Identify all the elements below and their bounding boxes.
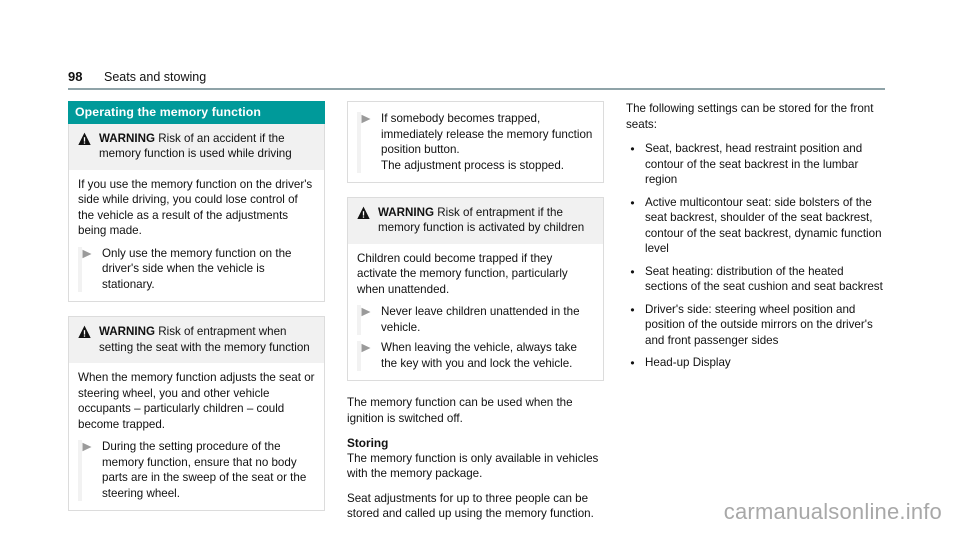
step-item: When leaving the vehicle, always take th…	[357, 340, 594, 372]
step-text: Never leave children unattended in the v…	[381, 305, 580, 334]
chapter-title: Seats and stowing	[104, 70, 207, 84]
list-item: • Head-up Display	[626, 355, 883, 371]
step-item: Only use the memory function on the driv…	[78, 246, 315, 293]
warning-triangle-icon	[78, 132, 91, 146]
warning-triangle-icon	[78, 325, 91, 339]
step-text: When leaving the vehicle, always take th…	[381, 341, 577, 370]
round-bullet-icon: •	[630, 195, 635, 210]
header-divider-rule	[68, 88, 885, 90]
left-column: Operating the memory function WARNING Ri…	[68, 101, 325, 531]
right-arrow-bullet-icon	[361, 304, 372, 335]
warning-body: Children could become trapped if they ac…	[348, 244, 603, 381]
warning-label: WARNING	[99, 325, 156, 339]
right-arrow-bullet-icon	[361, 340, 372, 371]
round-bullet-icon: •	[630, 264, 635, 279]
warning-header: WARNING Risk of an accident if the memor…	[69, 124, 324, 170]
round-bullet-icon: •	[630, 302, 635, 317]
step-text: Only use the memory function on the driv…	[102, 246, 292, 291]
warning-box-entrapment-children: WARNING Risk of entrapment if the memory…	[347, 197, 604, 382]
step-list: During the setting procedure of the memo…	[78, 439, 315, 502]
site-watermark: carmanualsonline.info	[723, 499, 942, 524]
warning-box-continued-entrapment: If somebody becomes trapped, immediately…	[347, 101, 604, 184]
warning-label: WARNING	[378, 206, 435, 220]
warning-header: WARNING Risk of entrapment when setting …	[69, 317, 324, 364]
warning-box-accident-risk: WARNING Risk of an accident if the memor…	[68, 124, 325, 303]
warning-triangle-icon	[357, 206, 370, 220]
storing-paragraph-2: Seat adjustments for up to three people …	[347, 491, 594, 521]
section-heading-operating-the-memory-function: Operating the memory function	[68, 101, 325, 125]
list-item: • Driver's side: steering wheel position…	[626, 302, 883, 349]
step-list: If somebody becomes trapped, immediately…	[357, 111, 594, 174]
step-item: If somebody becomes trapped, immediately…	[357, 111, 594, 174]
step-item: Never leave children unattended in the v…	[357, 304, 594, 336]
list-item-label: Active multicontour seat: side bolsters …	[645, 195, 882, 256]
warning-header-text: WARNING Risk of entrapment when setting …	[99, 324, 315, 355]
warning-paragraph: When the memory function adjusts the sea…	[78, 371, 315, 431]
warning-body: If you use the memory function on the dr…	[69, 170, 324, 302]
middle-column: If somebody becomes trapped, immediately…	[347, 101, 604, 531]
list-item-label: Driver's side: steering wheel position a…	[645, 302, 873, 347]
right-arrow-bullet-icon	[82, 246, 93, 293]
warning-header-text: WARNING Risk of entrapment if the memory…	[378, 205, 594, 236]
step-instruction: If somebody becomes trapped, immediately…	[381, 112, 593, 157]
list-item-label: Seat, backrest, head restraint position …	[645, 142, 863, 187]
ignition-note-paragraph: The memory function can be used when the…	[347, 396, 573, 425]
list-item: • Seat, backrest, head restraint positio…	[626, 141, 883, 188]
step-item: During the setting procedure of the memo…	[78, 439, 315, 502]
stored-settings-list: • Seat, backrest, head restraint positio…	[626, 141, 883, 371]
warning-header: WARNING Risk of entrapment if the memory…	[348, 198, 603, 244]
step-result: The adjustment process is stopped.	[381, 158, 565, 172]
list-item-label: Seat heating: distribution of the heated…	[645, 264, 883, 294]
list-item: • Seat heating: distribution of the heat…	[626, 264, 883, 295]
list-item: • Active multicontour seat: side bolster…	[626, 195, 883, 257]
round-bullet-icon: •	[630, 356, 635, 371]
warning-body: If somebody becomes trapped, immediately…	[348, 104, 603, 182]
step-list: Only use the memory function on the driv…	[78, 246, 315, 293]
subheading-storing: Storing	[347, 435, 389, 450]
right-arrow-bullet-icon	[361, 111, 372, 173]
list-item-label: Head-up Display	[645, 356, 731, 370]
right-column: The following settings can be stored for…	[626, 101, 883, 531]
round-bullet-icon: •	[630, 142, 635, 157]
page-columns: Operating the memory function WARNING Ri…	[68, 101, 885, 531]
page-number: 98	[68, 69, 83, 84]
warning-header-text: WARNING Risk of an accident if the memor…	[99, 131, 315, 162]
running-header: 98 Seats and stowing	[68, 68, 885, 90]
step-list: Never leave children unattended in the v…	[357, 304, 594, 372]
warning-box-entrapment-setting-seat: WARNING Risk of entrapment when setting …	[68, 316, 325, 512]
warning-body: When the memory function adjusts the sea…	[69, 363, 324, 510]
settings-intro-paragraph: The following settings can be stored for…	[626, 102, 874, 131]
storing-paragraph-1: The memory function is only available in…	[347, 451, 599, 481]
step-text: If somebody becomes trapped, immediately…	[381, 111, 594, 173]
warning-paragraph: If you use the memory function on the dr…	[78, 177, 313, 238]
warning-label: WARNING	[99, 132, 156, 146]
right-arrow-bullet-icon	[82, 439, 93, 501]
warning-paragraph: Children could become trapped if they ac…	[357, 251, 568, 296]
step-text: During the setting procedure of the memo…	[102, 440, 307, 500]
